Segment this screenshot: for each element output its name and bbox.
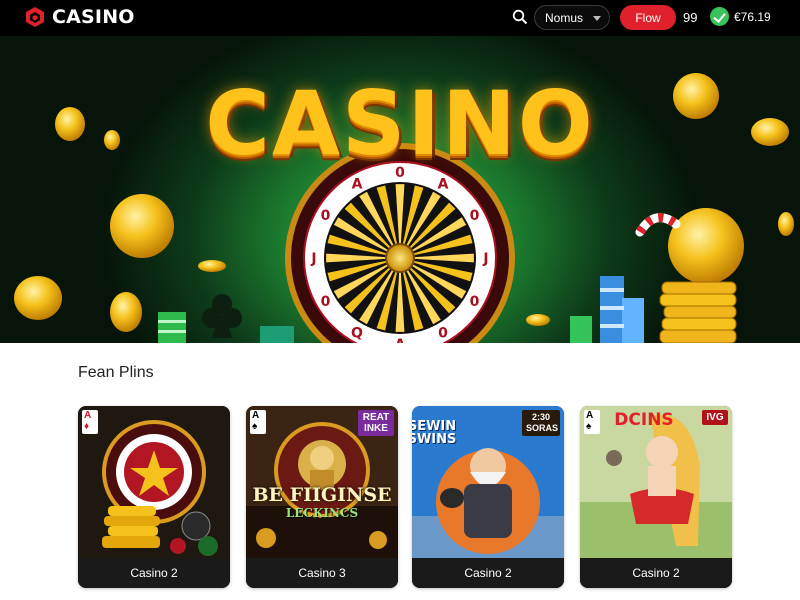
game-card[interactable]: A ♠ REAT INKE BE FIIGINSE LECKINCS Casin… xyxy=(246,406,398,588)
cube-logo-icon xyxy=(26,7,44,27)
wheel-letter: A xyxy=(438,177,449,193)
club-suit-icon xyxy=(202,294,242,338)
candy-cane-icon xyxy=(635,213,681,237)
hero-title: CASINO xyxy=(205,72,595,175)
search-icon[interactable] xyxy=(512,9,528,25)
game-card-label: Casino 3 xyxy=(246,558,398,588)
game-card-art-title: DCINS xyxy=(614,410,674,430)
game-card[interactable]: SEWIN SWINS 2:30 SORAS Casino 2 xyxy=(412,406,564,588)
wheel-letter: A xyxy=(395,337,406,343)
wheel-letter: 0 xyxy=(470,208,480,224)
game-card-label: Casino 2 xyxy=(412,558,564,588)
wheel-letter: J xyxy=(482,251,488,267)
game-thumbnail xyxy=(78,406,230,558)
check-circle-icon xyxy=(710,7,729,26)
flow-button[interactable]: Flow xyxy=(620,5,676,30)
game-card-tag: 2:30 SORAS xyxy=(522,410,560,436)
game-card-label: Casino 2 xyxy=(580,558,732,588)
game-card-tag: IVG xyxy=(702,410,728,425)
brand-logo[interactable]: CASINO xyxy=(24,6,135,28)
ace-diamond-card-icon: A ♦ xyxy=(82,410,98,434)
top-bar: CASINO Nomus Flow 99 €76.19 xyxy=(0,0,800,36)
game-card-list: A ♦ Casino 2 A ♠ REAT INKE BE FIIGINSE L… xyxy=(78,406,734,588)
notification-count: 99 xyxy=(683,10,698,25)
game-card[interactable]: A ♦ Casino 2 xyxy=(78,406,230,588)
roulette-wheel: 0A0J00AQ0J0A xyxy=(285,143,515,343)
wallet-balance[interactable]: €76.19 xyxy=(710,7,771,26)
game-card-label: Casino 2 xyxy=(78,558,230,588)
wheel-letter: 0 xyxy=(321,208,331,224)
wheel-letter: 0 xyxy=(321,294,331,310)
wheel-letter: Q xyxy=(351,325,363,341)
hero-banner[interactable]: 0A0J00AQ0J0A CASINO xyxy=(0,36,800,343)
ace-spade-card-icon: A ♠ xyxy=(250,410,266,434)
balance-amount: €76.19 xyxy=(734,9,771,24)
chevron-down-icon xyxy=(593,16,601,21)
game-card[interactable]: A ♠ DCINS IVG Casino 2 xyxy=(580,406,732,588)
bonus-dropdown[interactable]: Nomus xyxy=(534,5,610,30)
wheel-letter: 0 xyxy=(438,325,448,341)
brand-name: CASINO xyxy=(52,6,135,28)
coin-stack xyxy=(659,281,737,343)
wheel-letter: A xyxy=(352,177,363,193)
game-card-art-subtitle: LECKINCS xyxy=(285,506,359,520)
game-card-art-title: SEWIN SWINS xyxy=(412,419,457,447)
wheel-letter: 0 xyxy=(470,294,480,310)
game-card-art-title: BE FIIGINSE xyxy=(252,484,392,506)
section-title: Fean Plins xyxy=(78,364,154,381)
bonus-dropdown-label: Nomus xyxy=(545,10,584,25)
wheel-letter: J xyxy=(310,251,316,267)
game-card-tag: REAT INKE xyxy=(358,410,394,436)
